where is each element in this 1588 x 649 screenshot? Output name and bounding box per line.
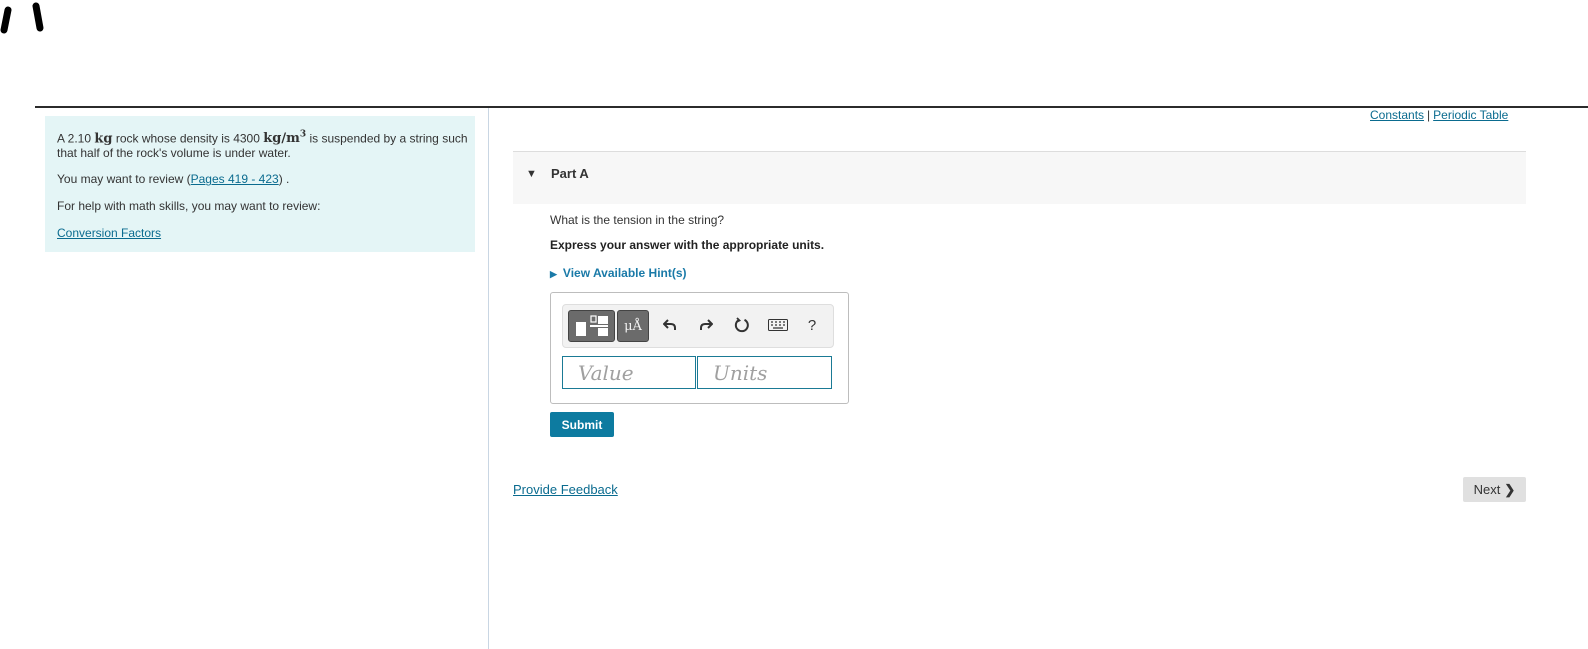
column-divider	[488, 108, 489, 649]
next-button[interactable]: Next ❯	[1463, 477, 1526, 502]
math-help-text: For help with math skills, you may want …	[57, 199, 321, 214]
fraction-template-icon	[575, 315, 608, 336]
value-input[interactable]: Value	[562, 356, 696, 389]
answer-box: μÅ ? Value Units	[550, 292, 849, 404]
symbols-button[interactable]: μÅ	[617, 310, 649, 342]
review-line: You may want to review (Pages 419 - 423)…	[57, 172, 290, 187]
redo-icon[interactable]	[691, 310, 721, 340]
problem-panel: A 2.10 kg rock whose density is 4300 kg/…	[45, 116, 475, 252]
instruction-text: Express your answer with the appropriate…	[550, 238, 825, 252]
caret-right-icon: ▶	[550, 269, 557, 279]
density-unit: kg/m3	[263, 130, 307, 147]
undo-icon[interactable]	[655, 310, 685, 340]
caret-down-icon[interactable]: ▼	[526, 168, 537, 180]
part-title: Part A	[551, 166, 589, 181]
templates-button[interactable]	[568, 310, 615, 342]
chevron-right-icon: ❯	[1504, 481, 1516, 497]
header-divider	[35, 106, 1588, 108]
provide-feedback-link[interactable]: Provide Feedback	[513, 482, 618, 497]
help-icon[interactable]: ?	[797, 310, 827, 340]
problem-statement: A 2.10 kg rock whose density is 4300 kg/…	[57, 130, 468, 161]
constants-link[interactable]: Constants	[1370, 108, 1424, 122]
units-input[interactable]: Units	[697, 356, 832, 389]
hint-label: View Available Hint(s)	[562, 266, 687, 280]
conversion-factors-link[interactable]: Conversion Factors	[57, 226, 161, 240]
periodic-table-link[interactable]: Periodic Table	[1433, 108, 1508, 122]
ink-mark	[0, 2, 44, 34]
submit-button[interactable]: Submit	[550, 412, 614, 437]
reference-links: Constants | Periodic Table	[1370, 108, 1509, 122]
view-hints-toggle[interactable]: ▶ View Available Hint(s)	[550, 266, 687, 280]
keyboard-icon[interactable]	[761, 310, 795, 340]
question-text: What is the tension in the string?	[550, 213, 725, 227]
reset-icon[interactable]	[727, 310, 757, 340]
review-pages-link[interactable]: Pages 419 - 423	[191, 172, 279, 186]
mass-unit: kg	[94, 131, 113, 147]
math-toolbar: μÅ ?	[562, 304, 834, 348]
part-a-header[interactable]: ▼ Part A	[513, 151, 1526, 204]
